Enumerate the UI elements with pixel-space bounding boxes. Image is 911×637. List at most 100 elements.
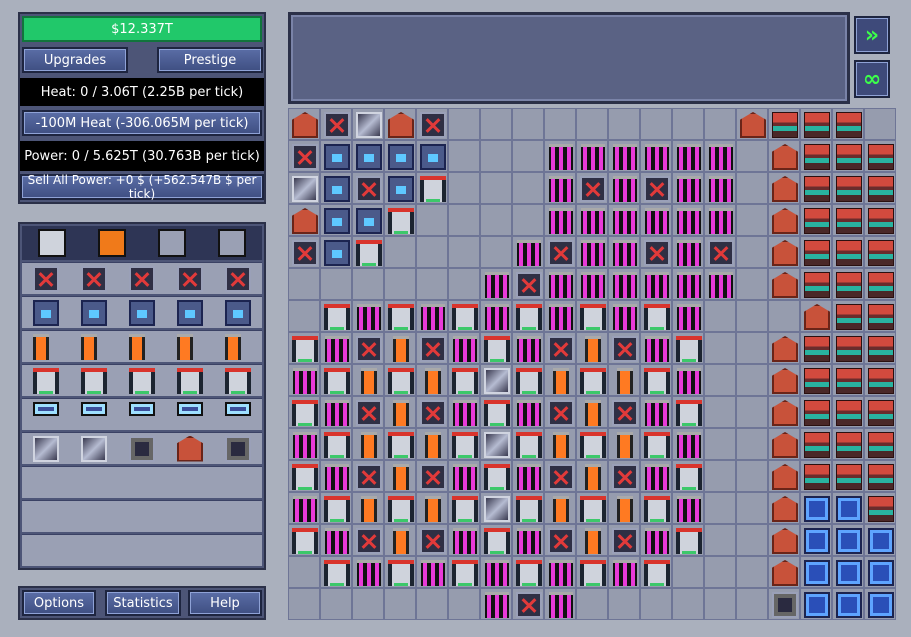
grid-cell[interactable] [864,172,896,204]
grid-cell[interactable] [480,364,512,396]
grid-cell[interactable] [768,140,800,172]
grid-cell[interactable] [576,428,608,460]
grid-cell[interactable] [448,364,480,396]
grid-cell[interactable] [416,524,448,556]
locked-tab-icon[interactable] [218,229,246,257]
grid-cell[interactable] [864,140,896,172]
grid-cell[interactable] [288,588,320,620]
grid-cell[interactable] [608,204,640,236]
grid-cell[interactable] [864,460,896,492]
grid-cell[interactable] [640,492,672,524]
grid-cell[interactable] [832,140,864,172]
grid-cell[interactable] [352,364,384,396]
grid-cell[interactable] [448,268,480,300]
grid-cell[interactable] [832,332,864,364]
grid-cell[interactable] [640,300,672,332]
grid-cell[interactable] [288,268,320,300]
palette-item[interactable] [176,299,204,327]
grid-cell[interactable] [736,300,768,332]
grid-cell[interactable] [736,236,768,268]
grid-cell[interactable] [864,364,896,396]
grid-cell[interactable] [704,172,736,204]
grid-cell[interactable] [768,556,800,588]
grid-cell[interactable] [608,364,640,396]
grid-cell[interactable] [384,108,416,140]
grid-cell[interactable] [320,140,352,172]
grid-cell[interactable] [416,588,448,620]
grid-cell[interactable] [480,332,512,364]
grid-cell[interactable] [672,108,704,140]
grid-cell[interactable] [672,332,704,364]
grid-cell[interactable] [864,524,896,556]
grid-cell[interactable] [640,460,672,492]
grid-cell[interactable] [800,332,832,364]
grid-cell[interactable] [800,396,832,428]
palette-item[interactable] [176,401,204,429]
palette-item[interactable] [128,401,156,429]
grid-cell[interactable] [288,492,320,524]
grid-cell[interactable] [736,140,768,172]
grid-cell[interactable] [512,268,544,300]
grid-cell[interactable] [288,172,320,204]
grid-cell[interactable] [448,236,480,268]
palette-item[interactable] [80,401,108,429]
upgrades-button[interactable]: Upgrades [22,47,128,73]
palette-item[interactable] [224,435,252,463]
grid-cell[interactable] [672,460,704,492]
palette-item[interactable] [32,435,60,463]
grid-cell[interactable] [864,588,896,620]
grid-cell[interactable] [544,460,576,492]
palette-item[interactable] [32,333,60,361]
grid-cell[interactable] [672,236,704,268]
grid-cell[interactable] [800,364,832,396]
grid-cell[interactable] [608,268,640,300]
grid-cell[interactable] [544,588,576,620]
grid-cell[interactable] [384,268,416,300]
grid-cell[interactable] [704,332,736,364]
grid-cell[interactable] [768,172,800,204]
options-button[interactable]: Options [22,590,96,616]
grid-cell[interactable] [640,236,672,268]
locked-tab-icon[interactable] [158,229,186,257]
grid-cell[interactable] [672,524,704,556]
grid-cell[interactable] [288,556,320,588]
grid-cell[interactable] [704,140,736,172]
fast-forward-icon[interactable]: » [854,16,890,54]
grid-cell[interactable] [320,428,352,460]
grid-cell[interactable] [512,524,544,556]
grid-cell[interactable] [544,300,576,332]
grid-cell[interactable] [704,204,736,236]
grid-cell[interactable] [448,108,480,140]
grid-cell[interactable] [448,460,480,492]
grid-cell[interactable] [544,204,576,236]
grid-cell[interactable] [640,588,672,620]
grid-cell[interactable] [352,268,384,300]
palette-item[interactable] [80,299,108,327]
grid-cell[interactable] [416,332,448,364]
reactor-grid[interactable] [288,108,896,620]
grid-cell[interactable] [704,428,736,460]
grid-cell[interactable] [672,300,704,332]
palette-item[interactable] [128,435,156,463]
grid-cell[interactable] [320,460,352,492]
grid-cell[interactable] [672,428,704,460]
grid-cell[interactable] [480,268,512,300]
grid-cell[interactable] [672,492,704,524]
grid-cell[interactable] [800,108,832,140]
grid-cell[interactable] [384,300,416,332]
grid-cell[interactable] [448,492,480,524]
grid-cell[interactable] [576,396,608,428]
grid-cell[interactable] [832,492,864,524]
grid-cell[interactable] [352,108,384,140]
grid-cell[interactable] [544,524,576,556]
grid-cell[interactable] [704,588,736,620]
grid-cell[interactable] [576,332,608,364]
grid-cell[interactable] [416,108,448,140]
grid-cell[interactable] [416,364,448,396]
palette-item[interactable] [32,367,60,395]
grid-cell[interactable] [704,268,736,300]
palette-item[interactable] [128,299,156,327]
grid-cell[interactable] [288,140,320,172]
grid-cell[interactable] [352,524,384,556]
grid-cell[interactable] [672,268,704,300]
